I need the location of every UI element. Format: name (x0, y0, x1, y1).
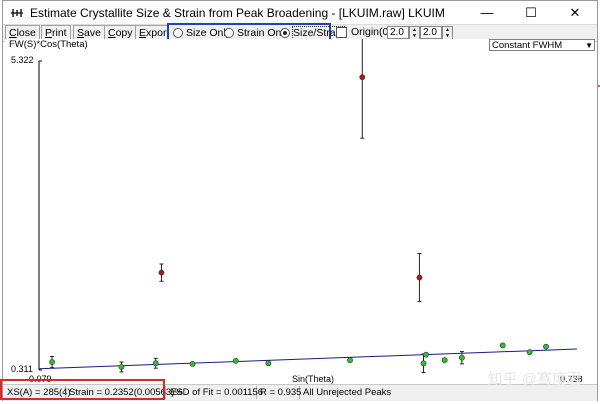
maximize-button[interactable]: ☐ (509, 1, 553, 24)
data-point (152, 360, 159, 367)
strain-readout: Strain = 0.2352(0.00563)% (69, 386, 183, 399)
spin-box-2[interactable]: 2.0 ▲ ▼ (420, 26, 453, 41)
data-point (416, 274, 423, 281)
peak-filter-readout: All Unrejected Peaks (303, 387, 392, 398)
data-point (118, 364, 125, 370)
data-point (420, 360, 427, 367)
data-point (265, 360, 272, 367)
radio-indicator (224, 28, 234, 38)
data-point (526, 349, 533, 356)
data-point (441, 357, 448, 364)
app-icon (9, 5, 25, 21)
data-point (458, 354, 465, 361)
checkbox-indicator (336, 26, 347, 38)
data-point (423, 351, 429, 358)
size-strain-window: Estimate Crystallite Size & Strain from … (2, 0, 598, 401)
data-point (499, 342, 506, 349)
data-point (359, 74, 366, 81)
size-strain-radio[interactable]: Size/Strain (280, 26, 345, 40)
data-point (49, 359, 55, 365)
esd-readout: ESD of Fit = 0.001156 (170, 386, 264, 399)
scatter-chart (38, 39, 578, 374)
plot-area[interactable]: FW(S)*Cos(Theta) Constant FWHM ▼ 5.322 0… (5, 39, 595, 384)
watermark: 知乎 @骞度君 (487, 371, 582, 388)
data-point (158, 269, 165, 276)
spin-box-1[interactable]: 2.0 ▲ ▼ (387, 26, 420, 41)
minimize-button[interactable]: — (465, 1, 509, 24)
window-title: Estimate Crystallite Size & Strain from … (30, 5, 445, 20)
size-only-radio[interactable]: Size Only (173, 27, 231, 39)
data-point (232, 357, 239, 364)
r-readout: R = 0.935 (260, 386, 302, 399)
data-point (543, 343, 549, 350)
data-point (189, 360, 196, 367)
radio-indicator (173, 28, 183, 38)
close-window-button[interactable]: ✕ (553, 1, 597, 24)
data-point (347, 357, 353, 364)
radio-indicator-selected (280, 28, 290, 38)
title-bar[interactable]: Estimate Crystallite Size & Strain from … (3, 1, 597, 24)
crystallite-size-readout: XS(A) = 285(4) (7, 386, 71, 399)
